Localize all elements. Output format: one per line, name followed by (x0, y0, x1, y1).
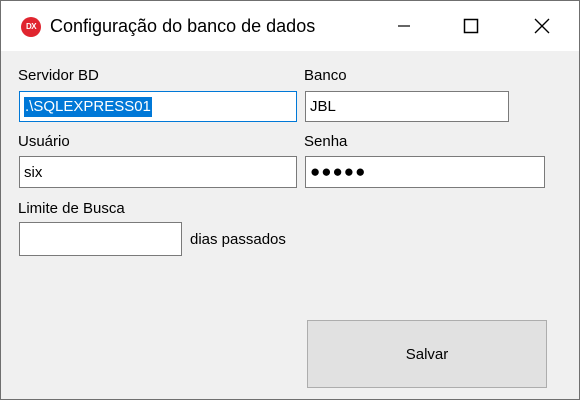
maximize-button[interactable] (448, 1, 494, 51)
server-input[interactable]: .\SQLEXPRESS01 (19, 91, 297, 122)
user-input[interactable]: six (19, 156, 297, 188)
password-input-value: ●●●●● (310, 162, 367, 181)
window-title: Configuração do banco de dados (50, 16, 316, 36)
password-label: Senha (304, 133, 348, 150)
database-input[interactable]: JBL (305, 91, 509, 122)
save-button[interactable]: Salvar (307, 320, 547, 388)
server-label: Servidor BD (18, 67, 99, 84)
minimize-icon (398, 25, 410, 27)
database-input-value: JBL (310, 98, 336, 115)
minimize-button[interactable] (381, 1, 427, 51)
title-bar[interactable]: DX Configuração do banco de dados (1, 1, 579, 51)
config-dialog-window: DX Configuração do banco de dados Servid… (0, 0, 580, 400)
search-limit-input[interactable] (19, 222, 182, 256)
user-input-value: six (24, 163, 43, 181)
database-label: Banco (304, 67, 347, 84)
days-suffix-label: dias passados (190, 231, 286, 248)
close-button[interactable] (519, 1, 565, 51)
maximize-icon (463, 18, 479, 34)
password-input[interactable]: ●●●●● (305, 156, 545, 188)
app-logo-icon: DX (21, 17, 41, 37)
close-icon (534, 18, 550, 34)
user-label: Usuário (18, 133, 70, 150)
search-limit-label: Limite de Busca (18, 200, 125, 217)
server-input-value: .\SQLEXPRESS01 (24, 96, 152, 117)
